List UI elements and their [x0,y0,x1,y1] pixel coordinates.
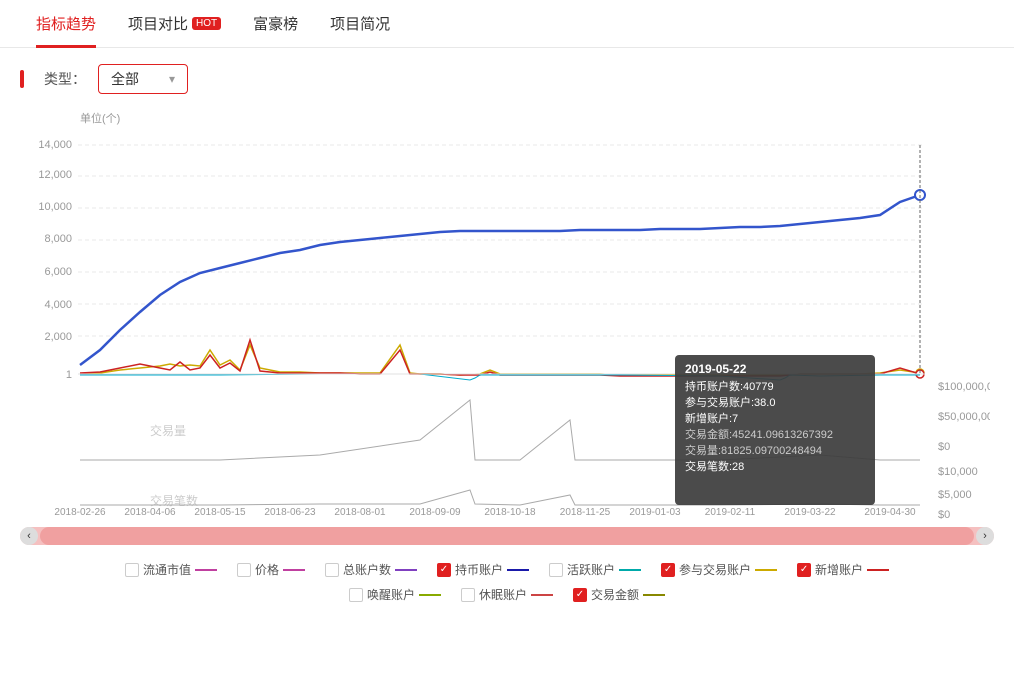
legend-line-total-accounts [395,569,417,571]
legend-checkbox-price[interactable] [237,563,251,577]
legend-circulation[interactable]: 流通市值 [125,561,217,578]
chart-svg-wrapper: 14,000 12,000 10,000 8,000 6,000 4,000 2… [20,130,994,523]
legend-label-dormant-accounts: 唤醒账户 [367,586,415,603]
legend-checkbox-total-accounts[interactable] [325,563,339,577]
legend-line-sleep-accounts [531,594,553,596]
svg-text:新增账户:7: 新增账户:7 [685,411,738,425]
legend-label-tx-amount: 交易金额 [591,586,639,603]
svg-text:12,000: 12,000 [38,169,72,181]
y-axis-label: 单位(个) [80,110,994,126]
svg-text:$10,000: $10,000 [938,466,978,478]
legend-label-tx-accounts: 参与交易账户 [679,561,751,578]
svg-text:14,000: 14,000 [38,139,72,151]
scroll-right-arrow[interactable]: › [976,527,994,545]
svg-text:2018-08-01: 2018-08-01 [334,507,386,518]
legend-row-1: 流通市值 价格 总账户数 ✓ 持币账户 活跃账户 ✓ 参与交易账户 ✓ 新增账户 [0,557,1014,582]
svg-text:2019-02-11: 2019-02-11 [705,507,756,518]
legend-line-price [283,569,305,571]
svg-text:$50,000,000: $50,000,000 [938,411,990,423]
nav-rich-list[interactable]: 富豪榜 [237,0,314,48]
legend-line-active-accounts [619,569,641,571]
legend-checkbox-coin-accounts[interactable]: ✓ [437,563,451,577]
legend-checkbox-new-accounts[interactable]: ✓ [797,563,811,577]
svg-text:2,000: 2,000 [44,331,72,343]
legend-line-circulation [195,569,217,571]
type-label: 类型： [44,69,86,89]
nav-indicator-trend[interactable]: 指标趋势 [20,0,112,48]
svg-text:2018-06-23: 2018-06-23 [264,507,316,518]
legend-line-tx-accounts [755,569,777,571]
svg-text:2018-04-06: 2018-04-06 [124,507,176,518]
legend-dormant-accounts[interactable]: 唤醒账户 [349,586,441,603]
scrollbar-track[interactable] [40,527,974,545]
legend-label-price: 价格 [255,561,279,578]
svg-text:8,000: 8,000 [44,233,72,245]
legend-label-circulation: 流通市值 [143,561,191,578]
legend-line-tx-amount [643,594,665,596]
legend-line-new-accounts [867,569,889,571]
svg-text:持币账户数:40779: 持币账户数:40779 [685,379,774,393]
svg-text:2018-09-09: 2018-09-09 [409,507,461,518]
legend-label-active-accounts: 活跃账户 [567,561,615,578]
svg-text:2019-01-03: 2019-01-03 [629,507,681,518]
legend-new-accounts[interactable]: ✓ 新增账户 [797,561,889,578]
svg-text:参与交易账户:38.0: 参与交易账户:38.0 [685,395,775,409]
legend-checkbox-tx-amount[interactable]: ✓ [573,588,587,602]
legend-price[interactable]: 价格 [237,561,305,578]
svg-text:2018-11-25: 2018-11-25 [560,507,611,518]
svg-text:$0: $0 [938,441,950,453]
svg-text:2018-10-18: 2018-10-18 [484,507,536,518]
svg-text:交易笔数:28: 交易笔数:28 [685,459,744,473]
svg-text:交易量:81825.09700248494: 交易量:81825.09700248494 [685,443,822,457]
svg-text:2018-05-15: 2018-05-15 [194,507,246,518]
hot-badge: HOT [192,17,221,30]
svg-text:10,000: 10,000 [38,201,72,213]
svg-text:6,000: 6,000 [44,266,72,278]
nav-project-overview[interactable]: 项目简况 [314,0,406,48]
svg-text:交易金额:45241.09613267392: 交易金额:45241.09613267392 [685,427,833,441]
legend-label-total-accounts: 总账户数 [343,561,391,578]
chart-scrollbar: ‹ › [20,527,994,545]
main-chart: 14,000 12,000 10,000 8,000 6,000 4,000 2… [20,130,990,520]
legend-checkbox-dormant-accounts[interactable] [349,588,363,602]
svg-text:$100,000,000: $100,000,000 [938,381,990,393]
legend-checkbox-active-accounts[interactable] [549,563,563,577]
legend-label-sleep-accounts: 休眠账户 [479,586,527,603]
nav-project-compare[interactable]: 项目对比 HOT [112,0,237,48]
svg-text:$0: $0 [938,509,950,520]
svg-text:2019-04-30: 2019-04-30 [864,507,916,518]
legend-active-accounts[interactable]: 活跃账户 [549,561,641,578]
legend-tx-accounts[interactable]: ✓ 参与交易账户 [661,561,777,578]
svg-text:交易笔数: 交易笔数 [150,493,198,508]
filter-bar: 类型： 全部 ▾ [0,48,1014,110]
scroll-left-arrow[interactable]: ‹ [20,527,38,545]
svg-text:4,000: 4,000 [44,299,72,311]
legend-checkbox-tx-accounts[interactable]: ✓ [661,563,675,577]
svg-text:$5,000: $5,000 [938,489,972,501]
chevron-down-icon: ▾ [169,72,175,86]
legend-row-2: 唤醒账户 休眠账户 ✓ 交易金额 [0,582,1014,615]
legend-label-coin-accounts: 持币账户 [455,561,503,578]
legend-line-dormant-accounts [419,594,441,596]
type-select[interactable]: 全部 ▾ [98,64,188,94]
legend-checkbox-circulation[interactable] [125,563,139,577]
legend-tx-amount[interactable]: ✓ 交易金额 [573,586,665,603]
svg-text:2019-05-22: 2019-05-22 [685,362,747,376]
legend-label-new-accounts: 新增账户 [815,561,863,578]
legend-total-accounts[interactable]: 总账户数 [325,561,417,578]
legend-coin-accounts[interactable]: ✓ 持币账户 [437,561,529,578]
svg-text:交易量: 交易量 [150,423,186,438]
legend-checkbox-sleep-accounts[interactable] [461,588,475,602]
chart-container: 单位(个) 14,000 12,000 10,000 8,000 6,000 4… [0,110,1014,523]
svg-text:2019-03-22: 2019-03-22 [784,507,836,518]
svg-text:2018-02-26: 2018-02-26 [54,507,106,518]
svg-text:1: 1 [66,369,72,381]
top-nav: 指标趋势 项目对比 HOT 富豪榜 项目简况 [0,0,1014,48]
legend-line-coin-accounts [507,569,529,571]
legend-sleep-accounts[interactable]: 休眠账户 [461,586,553,603]
scrollbar-handle[interactable] [40,527,974,545]
